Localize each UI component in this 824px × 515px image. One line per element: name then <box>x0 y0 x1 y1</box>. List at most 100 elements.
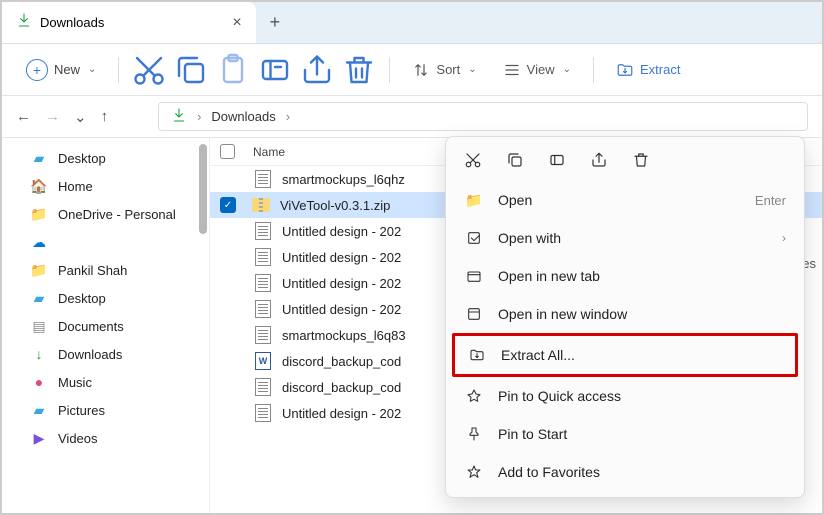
extract-label: Extract <box>640 62 680 77</box>
select-all-checkbox[interactable] <box>220 144 235 159</box>
music-icon: ● <box>30 373 48 391</box>
column-name[interactable]: Name <box>253 145 285 159</box>
videos-icon: ▶ <box>30 429 48 447</box>
ctx-open-new-window[interactable]: Open in new window <box>452 295 798 333</box>
open-with-icon <box>464 228 484 248</box>
close-icon[interactable]: × <box>232 14 241 32</box>
sidebar-item-onedrive-cloud[interactable]: ☁ <box>2 228 209 256</box>
pin-icon <box>464 386 484 406</box>
folder-icon: 📁 <box>30 205 48 223</box>
new-button[interactable]: + New ⌄ <box>16 53 106 87</box>
document-icon <box>254 274 272 292</box>
share-icon[interactable] <box>588 149 610 171</box>
ctx-add-favorites[interactable]: Add to Favorites <box>452 453 798 491</box>
sidebar-item-user[interactable]: 📁Pankil Shah <box>2 256 209 284</box>
folder-icon: 📁 <box>30 261 48 279</box>
pin-icon <box>464 424 484 444</box>
back-button[interactable]: ← <box>16 108 31 126</box>
desktop-icon: ▰ <box>30 289 48 307</box>
separator <box>389 57 390 83</box>
document-icon <box>254 300 272 318</box>
document-icon <box>254 170 272 188</box>
paste-button[interactable] <box>215 52 251 88</box>
up-button[interactable]: ↑ <box>101 108 109 126</box>
download-icon <box>171 107 187 126</box>
view-label: View <box>527 62 555 77</box>
separator <box>118 57 119 83</box>
tab-title: Downloads <box>40 15 104 30</box>
sidebar-item-desktop[interactable]: ▰Desktop <box>2 144 209 172</box>
recent-button[interactable]: ⌄ <box>74 108 87 126</box>
home-icon: 🏠 <box>30 177 48 195</box>
chevron-right-icon: › <box>782 231 786 245</box>
ctx-extract-all[interactable]: Extract All... <box>452 333 798 377</box>
plus-icon: + <box>26 59 48 81</box>
download-icon: ↓ <box>30 345 48 363</box>
document-icon <box>254 222 272 240</box>
address-bar[interactable]: › Downloads › <box>158 102 808 131</box>
window-icon <box>464 304 484 324</box>
document-icon <box>254 378 272 396</box>
rename-button[interactable] <box>257 52 293 88</box>
cloud-icon: ☁ <box>30 233 48 251</box>
tab-icon <box>464 266 484 286</box>
forward-button[interactable]: → <box>45 108 60 126</box>
pictures-icon: ▰ <box>30 401 48 419</box>
tab-bar: Downloads × + <box>2 2 822 44</box>
ctx-open-new-tab[interactable]: Open in new tab <box>452 257 798 295</box>
extract-icon <box>467 345 487 365</box>
ctx-open[interactable]: 📁 Open Enter <box>452 181 798 219</box>
ctx-pin-start[interactable]: Pin to Start <box>452 415 798 453</box>
sidebar-item-music[interactable]: ●Music <box>2 368 209 396</box>
document-icon <box>254 248 272 266</box>
document-icon <box>254 404 272 422</box>
breadcrumb-folder[interactable]: Downloads <box>211 109 275 124</box>
nav-bar: ← → ⌄ ↑ › Downloads › <box>2 96 822 138</box>
sidebar-item-documents[interactable]: ▤Documents <box>2 312 209 340</box>
extract-button[interactable]: Extract <box>606 55 690 85</box>
separator <box>593 57 594 83</box>
word-icon: W <box>254 352 272 370</box>
delete-icon[interactable] <box>630 149 652 171</box>
checkbox-checked-icon[interactable]: ✓ <box>220 197 236 213</box>
delete-button[interactable] <box>341 52 377 88</box>
sort-label: Sort <box>436 62 460 77</box>
sidebar-item-onedrive[interactable]: 📁OneDrive - Personal <box>2 200 209 228</box>
copy-button[interactable] <box>173 52 209 88</box>
sidebar-item-downloads[interactable]: ↓Downloads <box>2 340 209 368</box>
sidebar-item-home[interactable]: 🏠Home <box>2 172 209 200</box>
breadcrumb-sep: › <box>197 109 201 124</box>
tab-downloads[interactable]: Downloads × <box>2 2 256 43</box>
sidebar-item-pictures[interactable]: ▰Pictures <box>2 396 209 424</box>
ctx-open-with[interactable]: Open with › <box>452 219 798 257</box>
cut-button[interactable] <box>131 52 167 88</box>
document-icon <box>254 326 272 344</box>
context-icon-row <box>452 143 798 181</box>
sidebar: ▰Desktop 🏠Home 📁OneDrive - Personal ☁ 📁P… <box>2 138 210 513</box>
share-button[interactable] <box>299 52 335 88</box>
star-icon <box>464 462 484 482</box>
sort-button[interactable]: Sort ⌄ <box>402 55 486 85</box>
new-tab-button[interactable]: + <box>270 12 281 33</box>
nav-arrows: ← → ⌄ ↑ <box>16 108 108 126</box>
download-icon <box>16 12 32 33</box>
chevron-down-icon: ⌄ <box>563 64 571 75</box>
new-label: New <box>54 62 80 77</box>
desktop-icon: ▰ <box>30 149 48 167</box>
document-icon: ▤ <box>30 317 48 335</box>
chevron-down-icon: ⌄ <box>88 64 96 75</box>
copy-icon[interactable] <box>504 149 526 171</box>
scrollbar-thumb[interactable] <box>199 144 207 234</box>
toolbar: + New ⌄ Sort ⌄ View ⌄ Extract <box>2 44 822 96</box>
view-button[interactable]: View ⌄ <box>493 55 581 85</box>
folder-icon: 📁 <box>464 190 484 210</box>
breadcrumb-sep: › <box>286 109 290 124</box>
shortcut-hint: Enter <box>755 193 786 208</box>
chevron-down-icon: ⌄ <box>468 64 476 75</box>
sidebar-item-desktop2[interactable]: ▰Desktop <box>2 284 209 312</box>
cut-icon[interactable] <box>462 149 484 171</box>
sidebar-item-videos[interactable]: ▶Videos <box>2 424 209 452</box>
ctx-pin-quick[interactable]: Pin to Quick access <box>452 377 798 415</box>
zip-icon <box>252 196 270 214</box>
rename-icon[interactable] <box>546 149 568 171</box>
